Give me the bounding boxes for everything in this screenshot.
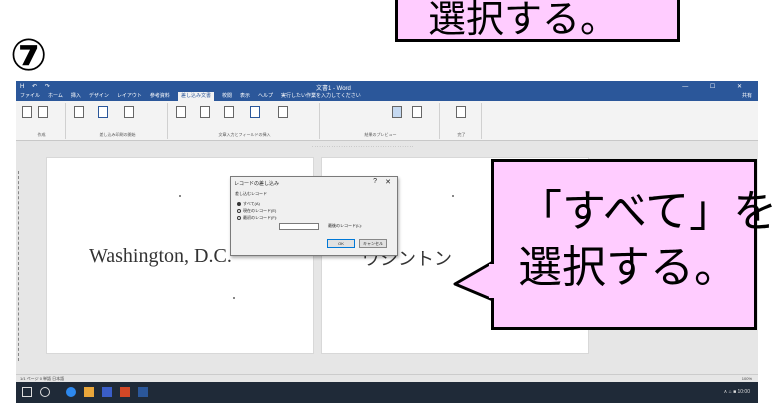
step-number: ⑦ — [10, 30, 48, 81]
search-icon[interactable] — [40, 387, 50, 397]
edge-icon[interactable] — [66, 387, 76, 397]
to-record-label: 最後のレコード(L): — [328, 223, 362, 228]
window-controls[interactable]: — ☐ ✕ — [682, 83, 752, 90]
radio-current-label: 現在のレコード(E) — [243, 208, 277, 213]
horizontal-ruler: · · · · · · · · · · · · · · · · · · · · … — [16, 142, 758, 151]
radio-from-label: 最初のレコード(F): — [243, 215, 278, 220]
ribbon-group-label: 完了 — [457, 132, 466, 137]
ribbon-group-preview: 結果のプレビュー — [322, 103, 440, 139]
insert-field-icon[interactable] — [250, 106, 260, 118]
ribbon-group-label: 差し込み印刷の開始 — [99, 132, 136, 137]
share-button[interactable]: 共有 — [742, 92, 752, 101]
layout-mark — [179, 195, 181, 197]
dialog-title: レコードの差し込み — [234, 181, 280, 187]
edit-list-icon[interactable] — [124, 106, 134, 118]
radio-all[interactable]: すべて(A) — [237, 201, 260, 207]
finish-merge-icon[interactable] — [456, 106, 466, 118]
vertical-ruler — [18, 171, 24, 361]
callout-text: 「すべて」を 選択する。 — [518, 184, 773, 296]
merge-records-dialog: レコードの差し込み ? ✕ 差し込むレコード すべて(A) 現在のレコード(E)… — [230, 176, 398, 256]
radio-all-indicator[interactable] — [237, 202, 241, 206]
radio-from-indicator[interactable] — [237, 216, 241, 220]
greeting-line-icon[interactable] — [224, 106, 234, 118]
ribbon-group-create: 作成 — [18, 103, 66, 139]
top-callout-text: 選択する。 — [428, 0, 619, 41]
top-instruction-callout: 選択する。 — [395, 0, 680, 42]
tab-help[interactable]: ヘルプ — [258, 92, 273, 101]
ribbon-tabs: ファイル ホーム 挿入 デザイン レイアウト 参考資料 差し込み文書 校閲 表示… — [16, 92, 758, 101]
find-recipient-icon[interactable] — [412, 106, 422, 118]
ribbon-group-label: 作成 — [37, 132, 46, 137]
zoom-level[interactable]: 100% — [742, 376, 752, 381]
ok-button[interactable]: OK — [327, 239, 355, 248]
store-icon[interactable] — [102, 387, 112, 397]
tab-home[interactable]: ホーム — [48, 92, 63, 101]
help-icon[interactable]: ? — [373, 178, 377, 185]
highlight-fields-icon[interactable] — [176, 106, 186, 118]
address-block-icon[interactable] — [200, 106, 210, 118]
tab-design[interactable]: デザイン — [89, 92, 109, 101]
records-group-label: 差し込むレコード — [235, 191, 267, 196]
layout-mark — [452, 195, 454, 197]
preview-results-icon[interactable] — [392, 106, 402, 118]
start-merge-icon[interactable] — [74, 106, 84, 118]
quick-access-toolbar[interactable]: H ↶ ↷ — [20, 83, 53, 90]
page1-text: Washington, D.C. — [89, 245, 232, 267]
envelope-icon[interactable] — [22, 106, 32, 118]
start-icon[interactable] — [22, 387, 32, 397]
folder-icon[interactable] — [84, 387, 94, 397]
window-title: 文書1 - Word — [316, 86, 351, 92]
rules-icon[interactable] — [278, 106, 288, 118]
labels-icon[interactable] — [38, 106, 48, 118]
radio-current-indicator[interactable] — [237, 209, 241, 213]
radio-all-label: すべて(A) — [243, 201, 260, 206]
layout-mark — [233, 297, 235, 299]
cancel-button[interactable]: キャンセル — [359, 239, 387, 248]
word-taskbar-icon[interactable] — [138, 387, 148, 397]
radio-current[interactable]: 現在のレコード(E) — [237, 208, 276, 214]
select-recipients-icon[interactable] — [98, 106, 108, 118]
radio-from[interactable]: 最初のレコード(F): — [237, 215, 277, 221]
ribbon: 作成 差し込み印刷の開始 文章入力とフィールドの挿入 結果のプレビュー 完了 — [16, 101, 758, 141]
tab-references[interactable]: 参考資料 — [150, 92, 170, 101]
taskbar: ∧ ⌂ ■ 10:00 — [16, 382, 758, 403]
tab-view[interactable]: 表示 — [240, 92, 250, 101]
close-icon[interactable]: ✕ — [385, 178, 391, 186]
tab-insert[interactable]: 挿入 — [71, 92, 81, 101]
ruler-ticks: · · · · · · · · · · · · · · · · · · · · … — [312, 144, 414, 149]
tab-file[interactable]: ファイル — [20, 92, 40, 101]
ribbon-group-label: 結果のプレビュー — [364, 132, 397, 137]
tab-review[interactable]: 校閲 — [222, 92, 232, 101]
callout-line-1: 「すべて」を — [518, 186, 773, 237]
status-bar: 1/1 ページ 0 単語 日本語 100% — [16, 374, 758, 382]
tell-me-search[interactable]: 実行したい作業を入力してください — [281, 92, 361, 101]
ribbon-group-start-merge: 差し込み印刷の開始 — [68, 103, 168, 139]
ribbon-group-finish: 完了 — [442, 103, 482, 139]
title-bar: H ↶ ↷ 文書1 - Word — ☐ ✕ — [16, 81, 758, 92]
instruction-callout: 「すべて」を 選択する。 — [491, 159, 773, 330]
ribbon-group-fields: 文章入力とフィールドの挿入 — [170, 103, 320, 139]
app-icon[interactable] — [120, 387, 130, 397]
callout-line-2: 選択する。 — [518, 242, 738, 293]
system-tray[interactable]: ∧ ⌂ ■ 10:00 — [724, 389, 750, 395]
from-record-field[interactable] — [279, 223, 319, 230]
tab-layout[interactable]: レイアウト — [117, 92, 142, 101]
ribbon-group-label: 文章入力とフィールドの挿入 — [218, 132, 271, 137]
tab-mailings[interactable]: 差し込み文書 — [177, 92, 214, 101]
